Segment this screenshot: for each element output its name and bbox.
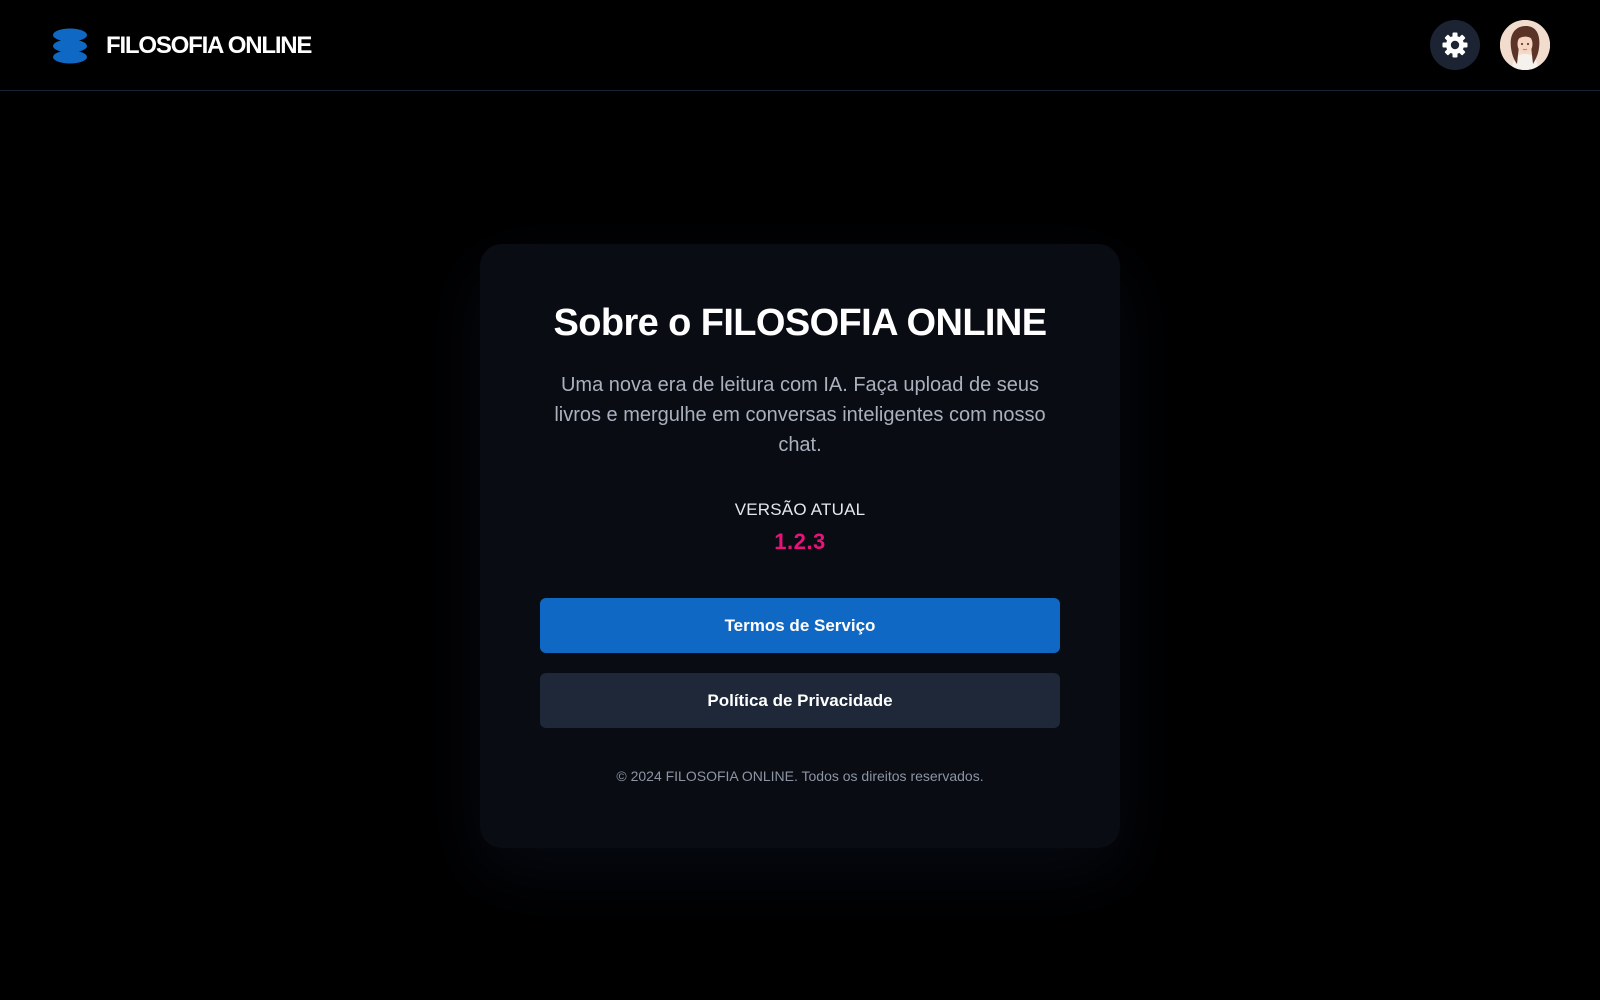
- privacy-policy-label: Política de Privacidade: [707, 690, 893, 710]
- about-description: Uma nova era de leitura com IA. Faça upl…: [554, 374, 1046, 456]
- version-label: VERSÃO ATUAL: [734, 500, 866, 519]
- brand-name: FILOSOFIA ONLINE: [106, 32, 312, 59]
- page-title: Sobre o FILOSOFIA ONLINE: [553, 302, 1048, 344]
- version-number: 1.2.3: [774, 529, 826, 554]
- top-bar: FILOSOFIA ONLINE: [0, 0, 1600, 91]
- gear-icon: [1442, 32, 1468, 58]
- brand[interactable]: FILOSOFIA ONLINE: [52, 26, 312, 66]
- logo-icon: [53, 28, 87, 64]
- settings-button[interactable]: [1430, 20, 1480, 70]
- about-card: Sobre o FILOSOFIA ONLINE Uma nova era de…: [480, 244, 1120, 848]
- avatar-image: [1500, 20, 1550, 70]
- terms-of-service-button[interactable]: Termos de Serviço: [540, 598, 1060, 653]
- user-avatar[interactable]: [1500, 20, 1550, 70]
- terms-of-service-label: Termos de Serviço: [724, 615, 876, 635]
- copyright-footer: © 2024 FILOSOFIA ONLINE. Todos os direit…: [616, 768, 984, 784]
- privacy-policy-button[interactable]: Política de Privacidade: [540, 673, 1060, 728]
